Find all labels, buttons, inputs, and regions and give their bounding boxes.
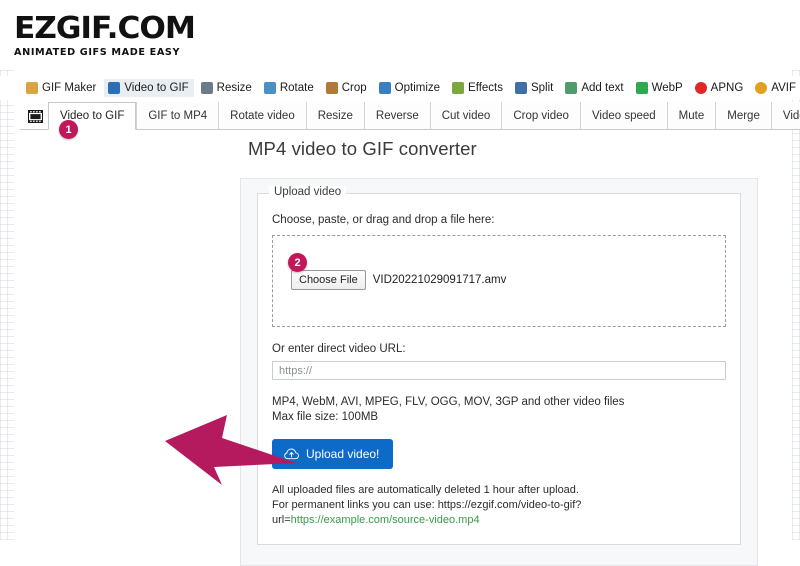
- nav-item-label: APNG: [710, 82, 744, 94]
- nav-item-label: Add text: [581, 82, 624, 94]
- tab-merge[interactable]: Merge: [715, 102, 771, 129]
- url-label: Or enter direct video URL:: [272, 343, 406, 355]
- webp-icon: [635, 82, 648, 94]
- tab-gif-to-mp4[interactable]: GIF to MP4: [136, 102, 219, 129]
- nav-item-apng[interactable]: APNG: [691, 79, 749, 97]
- optimize-icon: [378, 82, 391, 94]
- max-file-size-line: Max file size: 100MB: [272, 411, 379, 423]
- video-url-input[interactable]: [272, 361, 726, 380]
- split-icon: [514, 82, 527, 94]
- nav-item-label: Crop: [341, 82, 367, 94]
- tab-label: Crop video: [513, 109, 569, 122]
- nav-item-label: Video to GIF: [124, 82, 189, 94]
- video-icon: [108, 82, 121, 94]
- logo-wordmark: EZGIF.COM: [14, 11, 196, 46]
- nav-item-resize[interactable]: Resize: [197, 79, 257, 97]
- nav-item-label: GIF Maker: [42, 82, 97, 94]
- nav-item-label: Resize: [216, 82, 252, 94]
- tab-label: GIF to MP4: [148, 109, 208, 122]
- upload-fieldset: Upload video Choose, paste, or drag and …: [257, 186, 741, 545]
- nav-item-label: Rotate: [279, 82, 314, 94]
- crop-icon: [325, 82, 338, 94]
- effects-icon: [452, 82, 465, 94]
- tab-reverse[interactable]: Reverse: [363, 102, 430, 129]
- film-strip-icon: [22, 102, 48, 130]
- resize-icon: [200, 82, 213, 94]
- nav-item-label: AVIF: [771, 82, 796, 94]
- upload-legend: Upload video: [269, 186, 347, 198]
- secondary-tab-bar: Video to GIF GIF to MP4 Rotate video Resize…: [0, 102, 800, 130]
- annotation-badge-1: 1: [59, 120, 78, 139]
- annotation-badge-2: 2: [288, 253, 307, 272]
- nav-item-label: WebP: [651, 82, 683, 94]
- tab-video-speed[interactable]: Video speed: [579, 102, 667, 129]
- tab-crop-video[interactable]: Crop video: [501, 102, 580, 129]
- upload-notes: All uploaded files are automatically del…: [272, 483, 726, 528]
- choose-file-button[interactable]: Choose File: [291, 270, 366, 290]
- upload-video-button[interactable]: Upload video!: [272, 439, 394, 469]
- tab-cut-video[interactable]: Cut video: [429, 102, 502, 129]
- nav-item-avif[interactable]: AVIF: [751, 79, 800, 97]
- nav-item-label: Split: [530, 82, 554, 94]
- tab-mute[interactable]: Mute: [666, 102, 716, 129]
- apng-icon: [694, 82, 707, 94]
- nav-item-optimize[interactable]: Optimize: [375, 79, 445, 97]
- permalink-example-url[interactable]: https://example.com/source-video.mp4: [291, 514, 480, 526]
- site-logo[interactable]: EZGIF.COM ANIMATED GIFS MADE EASY: [14, 14, 196, 59]
- file-dropzone[interactable]: Choose File VID20221029091717.amv: [272, 235, 726, 327]
- nav-item-webp[interactable]: WebP: [632, 79, 688, 97]
- nav-item-gif-maker[interactable]: GIF Maker: [22, 79, 101, 97]
- gif-maker-icon: [26, 82, 38, 94]
- formats-line-1: MP4, WebM, AVI, MPEG, FLV, OGG, MOV, 3GP…: [272, 396, 625, 408]
- choose-instruction-label: Choose, paste, or drag and drop a file h…: [272, 214, 495, 226]
- tab-label: Cut video: [441, 109, 491, 122]
- tab-label: Merge: [727, 109, 760, 122]
- nav-item-add-text[interactable]: Add text: [561, 79, 628, 97]
- nav-item-crop[interactable]: Crop: [322, 79, 372, 97]
- nav-item-video-to-gif[interactable]: Video to GIF: [104, 79, 194, 97]
- avif-icon: [755, 82, 768, 94]
- nav-item-effects[interactable]: Effects: [448, 79, 508, 97]
- page-title: MP4 video to GIF converter: [248, 138, 477, 159]
- selected-file-name: VID20221029091717.amv: [372, 274, 507, 286]
- tab-label: Video to JPG: [782, 109, 800, 122]
- logo-tagline: ANIMATED GIFS MADE EASY: [14, 47, 181, 58]
- note-deletion: All uploaded files are automatically del…: [272, 484, 579, 496]
- tab-resize[interactable]: Resize: [305, 102, 364, 129]
- nav-item-rotate[interactable]: Rotate: [260, 79, 319, 97]
- main-content: MP4 video to GIF converter Upload video …: [240, 138, 780, 566]
- tab-label: Video speed: [591, 109, 656, 122]
- nav-item-label: Effects: [468, 82, 503, 94]
- tab-label: Mute: [678, 109, 705, 122]
- site-header: EZGIF.COM ANIMATED GIFS MADE EASY: [0, 0, 800, 70]
- tab-label: Resize: [317, 109, 353, 122]
- primary-navigation: GIF Maker Video to GIF Resize Rotate Crop Opt…: [0, 76, 800, 100]
- tab-label: Reverse: [375, 109, 419, 122]
- tab-video-to-jpg[interactable]: Video to JPG: [770, 102, 800, 129]
- add-text-icon: [565, 82, 578, 94]
- tab-label: Rotate video: [230, 109, 295, 122]
- tab-rotate-video[interactable]: Rotate video: [218, 102, 306, 129]
- nav-item-label: Optimize: [394, 82, 441, 94]
- upload-button-label: Upload video!: [306, 447, 380, 461]
- rotate-icon: [263, 82, 276, 94]
- upload-panel: Upload video Choose, paste, or drag and …: [240, 178, 758, 566]
- nav-item-split[interactable]: Split: [511, 79, 558, 97]
- supported-formats-text: MP4, WebM, AVI, MPEG, FLV, OGG, MOV, 3GP…: [272, 395, 726, 425]
- note-permalink: For permanent links you can use: https:/…: [272, 498, 726, 528]
- cloud-upload-icon: [284, 448, 299, 460]
